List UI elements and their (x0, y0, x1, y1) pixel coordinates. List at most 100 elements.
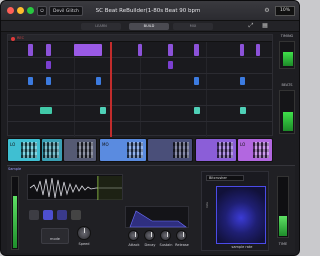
output-label: TIME (278, 242, 288, 246)
clip-slot[interactable] (41, 138, 63, 162)
clip-label: LO (240, 142, 246, 147)
sustain-knob[interactable] (160, 230, 171, 241)
tab-mix[interactable]: MIX (173, 23, 213, 30)
record-label: REC (17, 36, 25, 40)
reverse-button[interactable] (71, 210, 81, 220)
note-block[interactable] (96, 77, 101, 85)
effect-name: Bitcrusher (209, 176, 227, 180)
record-icon[interactable] (11, 36, 15, 41)
clip-pattern (217, 142, 233, 158)
beats-label: BEATS (281, 83, 293, 87)
mode-label: mode (50, 237, 60, 241)
clip-slot[interactable] (195, 138, 237, 162)
note-block[interactable] (194, 44, 199, 56)
speed-label: Speed (78, 242, 90, 246)
row-divider (8, 73, 272, 74)
clip-label: MO (102, 142, 109, 147)
preset-selector[interactable]: Devil Glitch (49, 6, 83, 16)
preset-name: Devil Glitch (53, 9, 79, 14)
note-block[interactable] (46, 61, 51, 69)
input-level-fill (13, 196, 17, 248)
release-label: Release (175, 243, 189, 247)
waveform (29, 176, 122, 200)
note-block[interactable] (240, 77, 245, 85)
output-level-fill (279, 216, 287, 236)
note-block[interactable] (194, 77, 199, 85)
note-block[interactable] (168, 44, 173, 56)
window-title: SC Beat ReBuilder(1-80s Beat 90 bpm (95, 8, 201, 14)
title-bar: ⏻ Devil Glitch SC Beat ReBuilder(1-80s B… (1, 1, 299, 21)
minimize-window-button[interactable] (17, 7, 24, 14)
expand-icon[interactable]: ⤢ (247, 22, 255, 30)
tab-learn[interactable]: LEARN (81, 23, 121, 30)
settings-icon[interactable]: ⚙ (263, 7, 271, 15)
stop-button[interactable] (29, 210, 39, 220)
release-knob[interactable] (176, 230, 187, 241)
note-block[interactable] (46, 44, 51, 56)
envelope-curve (129, 210, 187, 228)
xy-pad[interactable] (216, 186, 266, 244)
waveform-display[interactable] (27, 174, 123, 200)
row-divider (8, 121, 272, 122)
note-block[interactable] (40, 107, 52, 114)
note-block[interactable] (46, 77, 51, 85)
clip-slot[interactable] (63, 138, 97, 162)
bits-axis-label: bits (205, 202, 209, 208)
row-divider (8, 105, 272, 106)
decay-knob[interactable] (144, 230, 155, 241)
clip-slot[interactable]: LO (237, 138, 273, 162)
sample-rate-axis-label: sample rate (231, 245, 253, 249)
row-divider (8, 89, 272, 90)
clip-slot[interactable] (147, 138, 193, 162)
play-button[interactable] (43, 210, 53, 220)
envelope-display[interactable] (125, 206, 189, 228)
tab-build[interactable]: BUILD (129, 23, 169, 30)
clip-strip: LO MO LO (7, 138, 273, 162)
sample-panel: Sample mode Speed Attack Decay Sustain R… (7, 165, 295, 253)
note-block[interactable] (74, 44, 102, 56)
sample-tab[interactable]: Sample (8, 167, 21, 171)
app-window: ⏻ Devil Glitch SC Beat ReBuilder(1-80s B… (0, 0, 300, 256)
output-level-meter[interactable] (277, 176, 289, 238)
attack-knob[interactable] (128, 230, 139, 241)
clip-pattern (21, 142, 37, 158)
beats-meter-fill (283, 111, 293, 131)
note-block[interactable] (194, 107, 200, 114)
arranger-header: REC (8, 35, 272, 42)
zoom-window-button[interactable] (27, 7, 34, 14)
note-block[interactable] (240, 44, 244, 56)
clip-pattern (77, 142, 93, 158)
note-block[interactable] (100, 107, 106, 114)
pattern-arranger[interactable]: REC (7, 34, 273, 137)
timing-label: TIMING (280, 34, 294, 38)
close-window-button[interactable] (7, 7, 14, 14)
note-block[interactable] (240, 107, 246, 114)
clip-slot[interactable]: LO (7, 138, 41, 162)
effect-selector[interactable]: Bitcrusher (206, 175, 244, 181)
row-divider (8, 57, 272, 58)
zoom-level[interactable]: 10% (275, 6, 295, 16)
mode-tab-bar: LEARN BUILD MIX ⤢ ▦ (1, 21, 299, 32)
clip-label: LO (10, 142, 16, 147)
power-icon[interactable]: ⏻ (37, 6, 47, 16)
speed-knob[interactable] (77, 226, 91, 240)
playhead[interactable] (110, 42, 112, 137)
note-block[interactable] (28, 77, 33, 85)
loop-button[interactable] (57, 210, 67, 220)
clip-slot[interactable]: MO (99, 138, 147, 162)
note-block[interactable] (168, 61, 173, 69)
note-block[interactable] (256, 44, 260, 56)
note-block[interactable] (28, 44, 33, 56)
grid-icon[interactable]: ▦ (261, 22, 269, 30)
note-block[interactable] (138, 44, 142, 56)
mode-selector[interactable] (41, 228, 69, 244)
clip-pattern (173, 142, 189, 158)
clip-pattern (43, 142, 59, 158)
clip-pattern (253, 142, 269, 158)
bitcrusher-panel: Bitcrusher bits sample rate (201, 171, 269, 251)
beats-meter[interactable] (279, 90, 295, 134)
input-level-meter[interactable] (11, 176, 19, 250)
clip-pattern (127, 142, 143, 158)
timing-meter[interactable] (279, 41, 295, 69)
timing-meter-fill (283, 52, 293, 66)
